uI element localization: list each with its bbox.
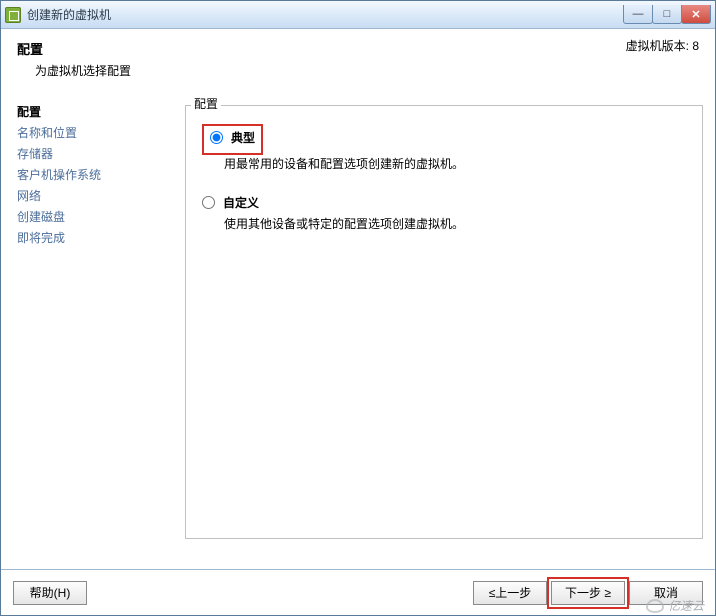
app-icon [5, 7, 21, 23]
back-button[interactable]: ≤上一步 [473, 581, 547, 605]
radio-custom-label: 自定义 [223, 194, 259, 211]
radio-typical-desc: 用最常用的设备和配置选项创建新的虚拟机。 [224, 155, 686, 172]
watermark-icon [646, 599, 664, 613]
sidebar-item-network[interactable]: 网络 [17, 185, 177, 206]
minimize-button[interactable]: — [623, 5, 653, 24]
maximize-button[interactable]: □ [652, 5, 682, 24]
watermark: 亿速云 [646, 597, 704, 614]
sidebar-item-name-location[interactable]: 名称和位置 [17, 122, 177, 143]
window-controls: — □ ✕ [624, 5, 711, 24]
typical-highlight: 典型 [202, 124, 263, 155]
dialog-window: 创建新的虚拟机 — □ ✕ 虚拟机版本: 8 配置 为虚拟机选择配置 配置 名称… [0, 0, 716, 616]
sidebar-item-create-disk[interactable]: 创建磁盘 [17, 206, 177, 227]
radio-typical-row[interactable]: 典型 [210, 129, 255, 146]
radio-custom-row[interactable]: 自定义 [202, 194, 686, 211]
sidebar-item-config[interactable]: 配置 [17, 101, 177, 122]
wizard-header: 虚拟机版本: 8 配置 为虚拟机选择配置 [1, 29, 715, 91]
next-button[interactable]: 下一步 ≥ [551, 581, 625, 605]
page-title: 配置 [17, 39, 699, 58]
watermark-text: 亿速云 [668, 597, 704, 614]
page-subtitle: 为虚拟机选择配置 [17, 62, 699, 79]
dialog-footer: 帮助(H) ≤上一步 下一步 ≥ 取消 [1, 569, 715, 615]
help-button[interactable]: 帮助(H) [13, 581, 87, 605]
radio-custom[interactable] [202, 196, 215, 209]
next-highlight: 下一步 ≥ [547, 577, 629, 609]
sidebar-item-ready[interactable]: 即将完成 [17, 227, 177, 248]
main-panel: 配置 典型 用最常用的设备和配置选项创建新的虚拟机。 自定义 使用其他设备或特定… [185, 99, 703, 569]
radio-custom-desc: 使用其他设备或特定的配置选项创建虚拟机。 [224, 215, 686, 232]
sidebar-item-storage[interactable]: 存储器 [17, 143, 177, 164]
close-button[interactable]: ✕ [681, 5, 711, 24]
window-title: 创建新的虚拟机 [27, 6, 624, 23]
content-area: 配置 名称和位置 存储器 客户机操作系统 网络 创建磁盘 即将完成 配置 典型 … [1, 91, 715, 569]
radio-typical-label: 典型 [231, 129, 255, 146]
wizard-steps-sidebar: 配置 名称和位置 存储器 客户机操作系统 网络 创建磁盘 即将完成 [17, 99, 177, 569]
config-fieldset: 典型 用最常用的设备和配置选项创建新的虚拟机。 自定义 使用其他设备或特定的配置… [185, 105, 703, 539]
radio-typical[interactable] [210, 131, 223, 144]
vm-version-label: 虚拟机版本: 8 [626, 37, 699, 54]
panel-legend: 配置 [191, 95, 221, 112]
titlebar: 创建新的虚拟机 — □ ✕ [1, 1, 715, 29]
sidebar-item-guest-os[interactable]: 客户机操作系统 [17, 164, 177, 185]
